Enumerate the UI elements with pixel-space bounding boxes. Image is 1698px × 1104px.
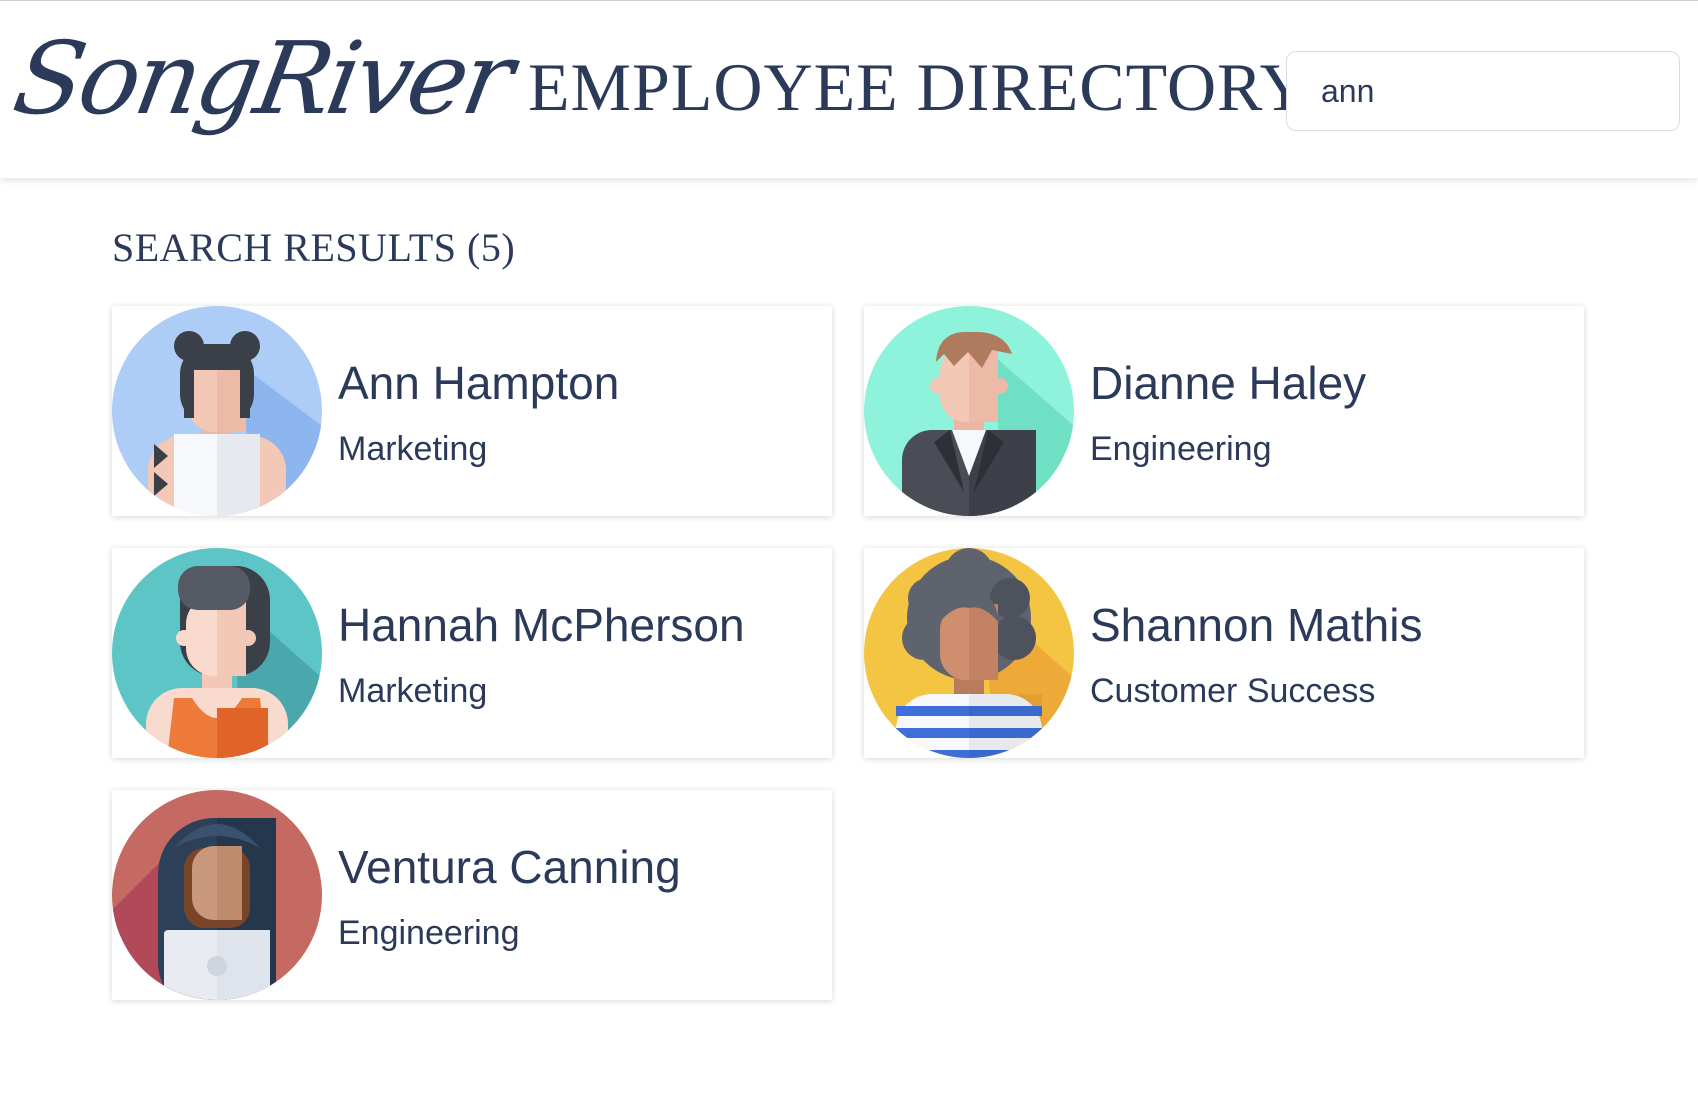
employee-department: Customer Success (1090, 672, 1376, 710)
avatar (864, 306, 1074, 516)
app-header: SongRiver EMPLOYEE DIRECTORY (0, 0, 1698, 178)
search-box[interactable] (1286, 51, 1680, 131)
employee-department: Engineering (338, 914, 520, 952)
employee-department: Marketing (338, 672, 488, 710)
avatar (112, 548, 322, 758)
employee-card[interactable]: Hannah McPherson Marketing (112, 548, 832, 758)
employee-name: Ann Hampton (338, 357, 620, 409)
results-heading: SEARCH RESULTS (5) (112, 225, 516, 270)
employee-card[interactable]: Ventura Canning Engineering (112, 790, 832, 1000)
employee-name: Hannah McPherson (338, 599, 745, 651)
employee-department: Engineering (1090, 430, 1272, 468)
employee-name: Shannon Mathis (1090, 599, 1423, 651)
employee-name: Ventura Canning (338, 841, 681, 893)
avatar (864, 548, 1074, 758)
page-title: EMPLOYEE DIRECTORY (528, 49, 1310, 125)
avatar (112, 790, 322, 1000)
employee-card[interactable]: Ann Hampton Marketing (112, 306, 832, 516)
avatar (112, 306, 322, 516)
employee-name: Dianne Haley (1090, 357, 1367, 409)
employee-department: Marketing (338, 430, 488, 468)
employee-card[interactable]: Shannon Mathis Customer Success (864, 548, 1584, 758)
brand-logo[interactable]: SongRiver (6, 20, 519, 137)
employee-card[interactable]: Dianne Haley Engineering (864, 306, 1584, 516)
search-input[interactable] (1321, 72, 1621, 110)
